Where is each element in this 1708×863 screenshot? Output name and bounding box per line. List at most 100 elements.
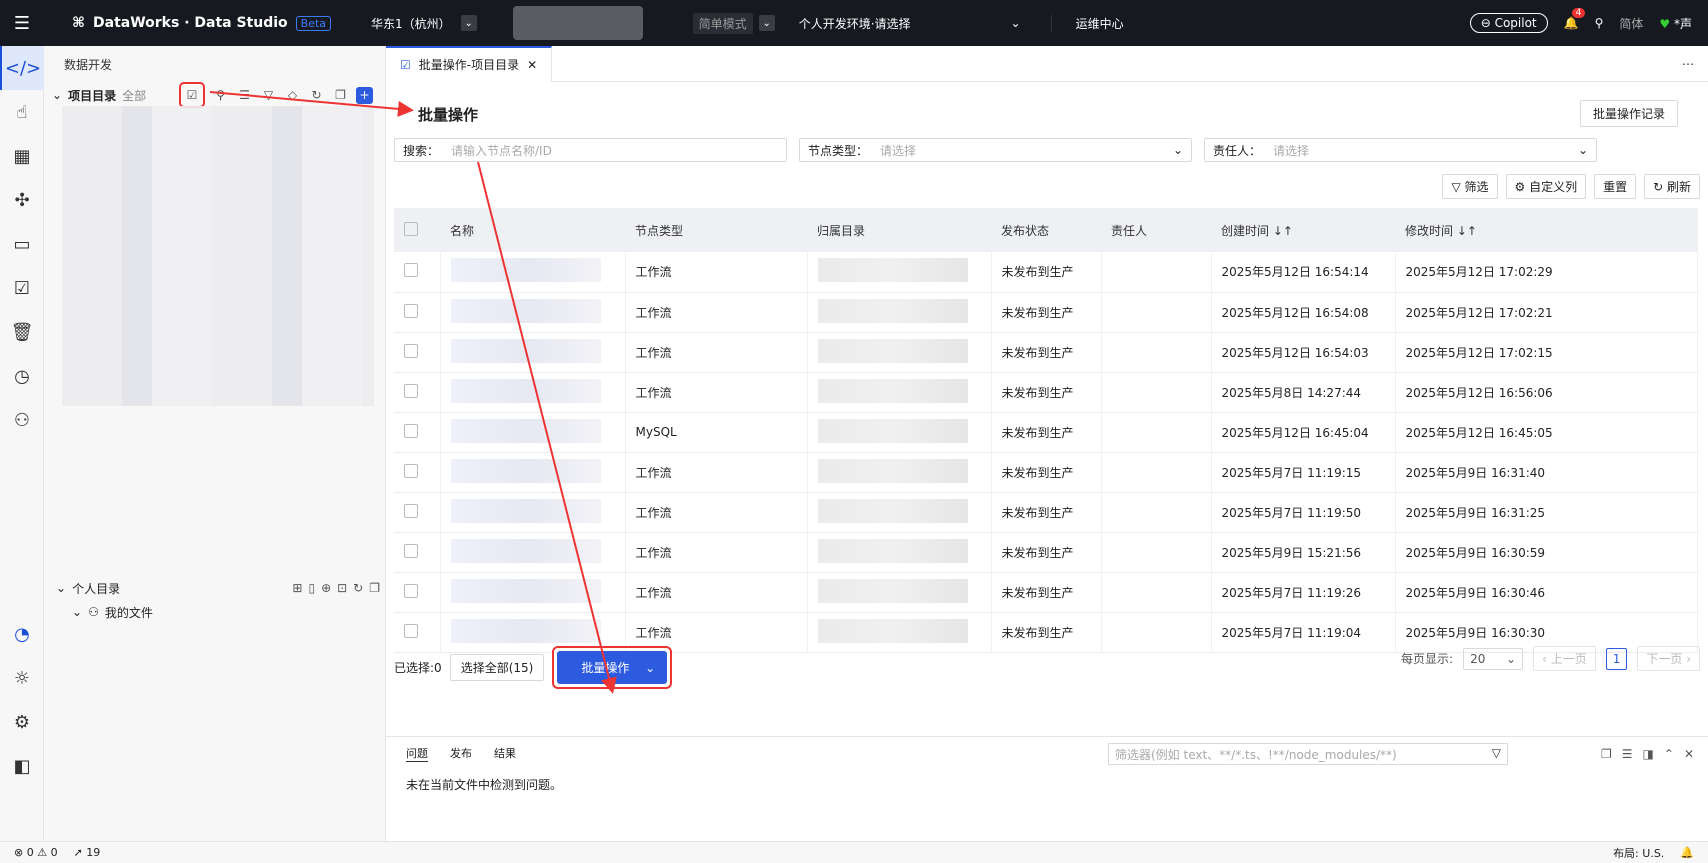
- row-checkbox[interactable]: [404, 423, 418, 438]
- chevron-down-icon[interactable]: ⌄: [758, 15, 775, 31]
- table-row[interactable]: MySQL 未发布到生产 2025年5月12日 16:45:04 2025年5月…: [394, 412, 1698, 453]
- col-modified[interactable]: 修改时间 ↓↑: [1395, 208, 1698, 252]
- copy-icon[interactable]: ❐: [1601, 747, 1612, 761]
- table-row[interactable]: 工作流 未发布到生产 2025年5月12日 16:54:03 2025年5月12…: [394, 332, 1698, 373]
- node-name-blurred[interactable]: [450, 378, 601, 403]
- clock-icon[interactable]: ◷: [0, 354, 44, 398]
- user-menu[interactable]: ♥ *声: [1659, 15, 1692, 32]
- refresh-button[interactable]: ↻ 刷新: [1644, 174, 1700, 199]
- current-page[interactable]: 1: [1605, 647, 1628, 670]
- row-checkbox[interactable]: [404, 503, 418, 518]
- region-selector[interactable]: 华东1（杭州） ⌄: [371, 15, 477, 32]
- list-icon[interactable]: ☰: [236, 87, 253, 104]
- code-icon[interactable]: </>: [0, 46, 44, 90]
- table-row[interactable]: 工作流 未发布到生产 2025年5月8日 14:27:44 2025年5月12日…: [394, 372, 1698, 413]
- problems-filter-placeholder: 筛选器(例如 text、**/*.ts、!**/node_modules/**): [1115, 748, 1397, 762]
- batch-operation-dropdown[interactable]: 批量操作 ⌄: [552, 646, 673, 689]
- search-icon[interactable]: ⚲: [212, 87, 229, 104]
- table-row[interactable]: 工作流 未发布到生产 2025年5月12日 16:54:08 2025年5月12…: [394, 292, 1698, 333]
- row-checkbox[interactable]: [404, 583, 418, 598]
- filter-icon[interactable]: ▽: [260, 87, 277, 104]
- env-selector[interactable]: 个人开发环境·请选择 ⌄: [799, 15, 1021, 32]
- menu-icon[interactable]: ☰: [0, 0, 44, 46]
- select-all-button[interactable]: 选择全部(15): [449, 654, 545, 681]
- row-checkbox[interactable]: [404, 463, 418, 478]
- add-icon[interactable]: +: [356, 86, 373, 104]
- bell-icon[interactable]: 🔔: [1680, 846, 1694, 859]
- copilot-rail-icon[interactable]: ◔: [0, 612, 44, 656]
- puzzle-icon[interactable]: ✣: [0, 178, 44, 222]
- node-name-blurred[interactable]: [450, 458, 601, 483]
- search-icon[interactable]: ⚲: [1595, 16, 1604, 30]
- select-all-checkbox[interactable]: [404, 221, 418, 236]
- table-row[interactable]: 工作流 未发布到生产 2025年5月7日 11:19:15 2025年5月9日 …: [394, 452, 1698, 493]
- tab-problems[interactable]: 问题: [406, 745, 428, 762]
- problems-filter-input[interactable]: 筛选器(例如 text、**/*.ts、!**/node_modules/**)…: [1108, 743, 1508, 765]
- row-checkbox[interactable]: [404, 383, 418, 398]
- my-files-item[interactable]: ⌄ ⚇ 我的文件: [48, 600, 386, 624]
- page-size-select[interactable]: 20 ⌄: [1463, 647, 1524, 670]
- close-icon[interactable]: ✕: [1684, 747, 1694, 761]
- owner-select[interactable]: 责任人： 请选择 ⌄: [1204, 138, 1597, 162]
- collapse-icon[interactable]: ❐: [332, 87, 349, 104]
- close-icon[interactable]: ✕: [527, 58, 537, 72]
- row-checkbox[interactable]: [404, 303, 418, 318]
- ops-center-link[interactable]: 运维中心: [1050, 14, 1124, 32]
- copilot-button[interactable]: ⊖ Copilot: [1469, 13, 1548, 33]
- tag-icon[interactable]: ◇: [284, 87, 301, 104]
- table-row[interactable]: 工作流 未发布到生产 2025年5月9日 15:21:56 2025年5月9日 …: [394, 532, 1698, 573]
- gear-icon[interactable]: ⚙: [0, 700, 44, 744]
- table-row[interactable]: 工作流 未发布到生产 2025年5月7日 11:19:26 2025年5月9日 …: [394, 572, 1698, 613]
- node-name-blurred[interactable]: [450, 578, 601, 603]
- tab-batch-operation[interactable]: ☑ 批量操作-项目目录 ✕: [386, 45, 553, 82]
- checklist-icon[interactable]: ☑: [0, 266, 44, 310]
- row-checkbox[interactable]: [404, 623, 418, 638]
- send-status[interactable]: ➚ 19: [74, 846, 101, 859]
- workspace-selector[interactable]: [512, 6, 643, 40]
- batch-record-button[interactable]: 批量操作记录: [1579, 100, 1678, 127]
- batch-operation-icon[interactable]: ☑: [179, 82, 205, 108]
- node-name-blurred[interactable]: [450, 618, 601, 643]
- table-icon[interactable]: ▦: [0, 134, 44, 178]
- node-name-blurred[interactable]: [450, 538, 601, 563]
- chevron-up-icon[interactable]: ⌃: [1664, 747, 1674, 761]
- prev-page-button[interactable]: ‹ 上一页: [1533, 646, 1596, 671]
- table-row[interactable]: 工作流 未发布到生产 2025年5月12日 16:54:14 2025年5月12…: [394, 252, 1698, 293]
- reset-button[interactable]: 重置: [1594, 174, 1637, 199]
- refresh-icon[interactable]: ↻: [308, 87, 325, 104]
- more-icon[interactable]: ⋯: [1682, 57, 1694, 71]
- row-checkbox[interactable]: [404, 543, 418, 558]
- tab-results[interactable]: 结果: [494, 745, 516, 762]
- brand[interactable]: ⌘ DataWorks · Data Studio Beta: [72, 15, 332, 31]
- node-name-blurred[interactable]: [450, 418, 601, 443]
- tab-publish[interactable]: 发布: [450, 745, 472, 762]
- bell-icon[interactable]: 🔔 4: [1564, 8, 1586, 30]
- node-name-blurred[interactable]: [450, 258, 601, 283]
- node-name-blurred[interactable]: [450, 298, 601, 323]
- mode-toggle[interactable]: 简单模式: [692, 12, 753, 34]
- row-checkbox[interactable]: [404, 263, 418, 278]
- col-created[interactable]: 创建时间 ↓↑: [1211, 208, 1395, 252]
- personal-tree-header[interactable]: ⌄ 个人目录 ⊞▯⊕⊡↻❐: [48, 576, 386, 600]
- layout-icon[interactable]: ◨: [1643, 747, 1654, 761]
- search-input[interactable]: 搜索： 请输入节点名称/ID: [394, 138, 787, 162]
- list-icon[interactable]: ☰: [1622, 747, 1633, 761]
- next-page-button[interactable]: 下一页 ›: [1637, 646, 1700, 671]
- node-type-select[interactable]: 节点类型： 请选择 ⌄: [799, 138, 1192, 162]
- custom-columns-button[interactable]: ⚙ 自定义列: [1505, 174, 1587, 199]
- problems-status[interactable]: ⊗ 0 ⚠ 0: [14, 846, 58, 859]
- keyboard-layout[interactable]: 布局: U.S.: [1613, 845, 1664, 861]
- folder-icon[interactable]: ▭: [0, 222, 44, 266]
- filter-button[interactable]: ▽ 筛选: [1442, 174, 1498, 199]
- panel-toggle-icon[interactable]: ◧: [0, 744, 44, 788]
- row-checkbox[interactable]: [404, 343, 418, 358]
- trash-icon[interactable]: 🗑: [0, 310, 44, 354]
- pointer-icon[interactable]: ☝: [0, 90, 44, 134]
- node-name-blurred[interactable]: [450, 338, 601, 363]
- sun-icon[interactable]: ☼: [0, 656, 44, 700]
- user-icon[interactable]: ⚇: [0, 398, 44, 442]
- node-name-blurred[interactable]: [450, 498, 601, 523]
- personal-toolbar-icons[interactable]: ⊞▯⊕⊡↻❐: [292, 581, 386, 595]
- table-row[interactable]: 工作流 未发布到生产 2025年5月7日 11:19:50 2025年5月9日 …: [394, 492, 1698, 533]
- language-switch[interactable]: 简体: [1619, 15, 1643, 32]
